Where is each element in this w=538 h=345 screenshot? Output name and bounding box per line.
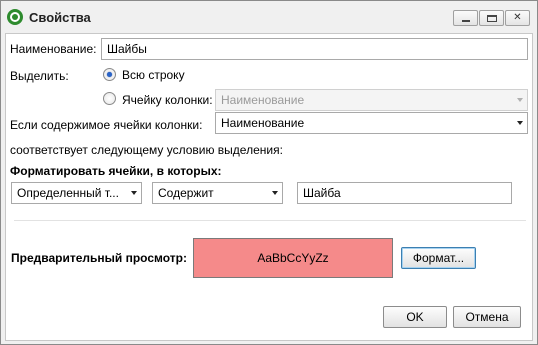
preview-label: Предварительный просмотр: bbox=[11, 251, 187, 265]
operator-select[interactable]: Содержит bbox=[152, 182, 283, 204]
title-bar[interactable]: Свойства ✕ bbox=[1, 1, 537, 33]
radio-column-cell-label[interactable]: Ячейку колонки: bbox=[122, 93, 213, 107]
window-title: Свойства bbox=[29, 10, 91, 25]
close-icon: ✕ bbox=[513, 12, 522, 23]
minimize-icon bbox=[462, 20, 470, 22]
dialog-body: Наименование: Шайбы Выделить: Всю строку… bbox=[5, 33, 533, 341]
highlight-label: Выделить: bbox=[10, 69, 69, 83]
cell-contents-label: Если содержимое ячейки колонки: bbox=[10, 118, 203, 132]
name-input[interactable]: Шайбы bbox=[101, 38, 528, 60]
radio-whole-row-label[interactable]: Всю строку bbox=[122, 68, 185, 82]
chevron-down-icon bbox=[517, 98, 523, 102]
column-cell-select[interactable]: Наименование bbox=[215, 89, 528, 111]
maximize-icon bbox=[487, 15, 497, 22]
cell-contents-select-value: Наименование bbox=[221, 116, 305, 130]
radio-column-cell[interactable] bbox=[103, 92, 116, 105]
column-cell-select-value: Наименование bbox=[221, 93, 305, 107]
chevron-down-icon bbox=[272, 191, 278, 195]
condition-type-select-value: Определенный т... bbox=[17, 186, 119, 200]
minimize-button[interactable] bbox=[453, 10, 478, 26]
cancel-button[interactable]: Отмена bbox=[453, 306, 521, 328]
app-logo-icon bbox=[7, 9, 23, 25]
separator bbox=[14, 220, 526, 221]
condition-text: соответствует следующему условию выделен… bbox=[10, 143, 283, 157]
properties-dialog: Свойства ✕ Наименование: Шайбы Выделить:… bbox=[0, 0, 538, 345]
operator-select-value: Содержит bbox=[158, 186, 214, 200]
chevron-down-icon bbox=[131, 191, 137, 195]
name-label: Наименование: bbox=[10, 42, 97, 56]
condition-type-select[interactable]: Определенный т... bbox=[11, 182, 142, 204]
maximize-button[interactable] bbox=[479, 10, 504, 26]
ok-button[interactable]: OK bbox=[383, 306, 447, 328]
format-cells-heading: Форматировать ячейки, в которых: bbox=[10, 164, 222, 178]
preview-box: AaBbCcYyZz bbox=[193, 238, 393, 278]
match-value-input[interactable]: Шайба bbox=[297, 182, 512, 204]
format-button[interactable]: Формат... bbox=[401, 247, 476, 269]
cell-contents-select[interactable]: Наименование bbox=[215, 112, 528, 134]
radio-whole-row[interactable] bbox=[103, 68, 116, 81]
chevron-down-icon bbox=[517, 121, 523, 125]
close-button[interactable]: ✕ bbox=[505, 10, 530, 26]
